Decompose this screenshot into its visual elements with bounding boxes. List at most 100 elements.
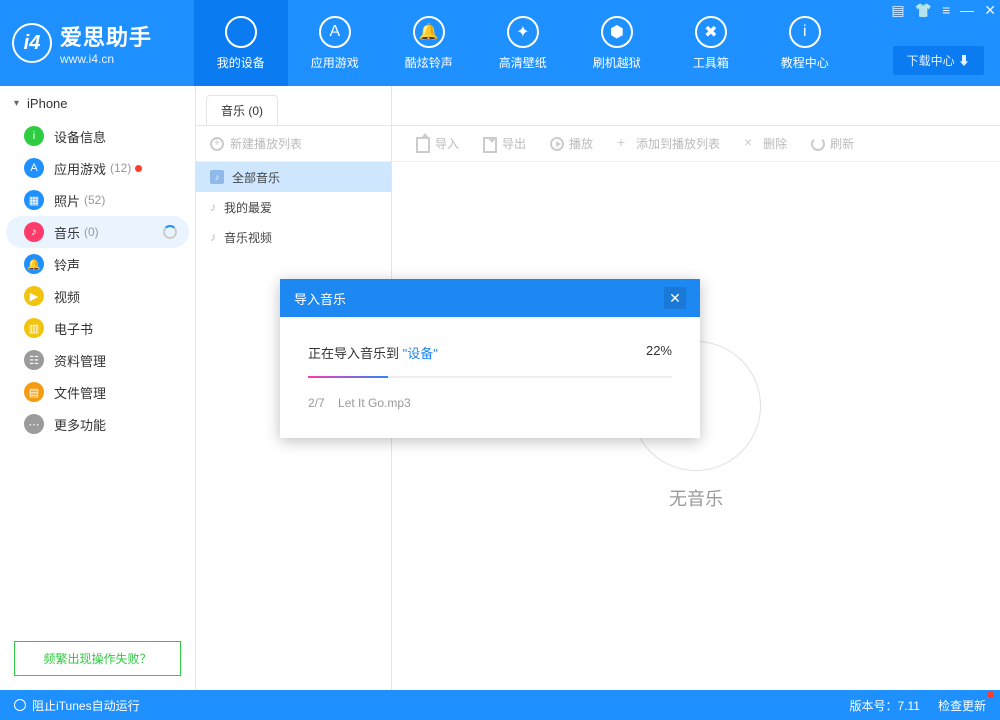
info-icon: i — [24, 126, 44, 146]
progress-bar — [308, 376, 672, 378]
toolbar-label: 删除 — [763, 135, 787, 152]
dialog-close-button[interactable]: ✕ — [664, 287, 686, 309]
sidebar-item-label: 电子书 — [54, 319, 93, 338]
sidebar-item-music[interactable]: ♪ 音乐 (0) — [6, 216, 189, 248]
nav-ringtones[interactable]: 🔔 酷炫铃声 — [382, 0, 476, 86]
dialog-body: 正在导入音乐到 "设备" 22% 2/7 Let It Go.mp3 — [280, 317, 700, 438]
top-right-area: ▤ 👕 ≡ — ✕ 下载中心 ⬇ — [852, 0, 1000, 86]
import-music-dialog: 导入音乐 ✕ 正在导入音乐到 "设备" 22% 2/7 Let It Go.mp… — [280, 279, 700, 438]
block-itunes-label: 阻止iTunes自动运行 — [32, 697, 140, 714]
sidebar-item-videos[interactable]: ▶ 视频 — [0, 280, 195, 312]
apps-icon: A — [24, 158, 44, 178]
sidebar: iPhone i 设备信息 A 应用游戏 (12) ▦ 照片 (52) ♪ 音乐… — [0, 86, 196, 690]
current-filename: Let It Go.mp3 — [338, 396, 411, 410]
brand-text: 爱思助手 www.i4.cn — [60, 20, 152, 66]
nav-tutorials[interactable]: i 教程中心 — [758, 0, 852, 86]
version-number: 7.11 — [898, 699, 920, 713]
skin-icon[interactable]: 👕 — [915, 2, 932, 19]
category-label: 全部音乐 — [232, 169, 280, 186]
sidebar-item-ringtones[interactable]: 🔔 铃声 — [0, 248, 195, 280]
count-badge: (0) — [84, 225, 99, 239]
bell-icon: 🔔 — [413, 16, 445, 48]
sidebar-item-label: 视频 — [54, 287, 80, 306]
block-itunes-toggle[interactable]: 阻止iTunes自动运行 — [14, 697, 140, 714]
category-music-videos[interactable]: ♪ 音乐视频 — [196, 222, 391, 252]
menu-icon[interactable]: ≡ — [942, 2, 950, 19]
sidebar-item-label: 照片 — [54, 191, 80, 210]
sidebar-item-apps[interactable]: A 应用游戏 (12) — [0, 152, 195, 184]
toolbar-label: 播放 — [569, 135, 593, 152]
category-label: 我的最爱 — [224, 199, 272, 216]
plus-icon — [617, 137, 631, 151]
book-icon: ▥ — [24, 318, 44, 338]
box-icon: ⬢ — [601, 16, 633, 48]
nav-toolbox[interactable]: ✖ 工具箱 — [664, 0, 758, 86]
apps-icon: A — [319, 16, 351, 48]
sidebar-item-ebooks[interactable]: ▥ 电子书 — [0, 312, 195, 344]
files-icon: ▤ — [24, 382, 44, 402]
refresh-button[interactable]: 刷新 — [811, 135, 854, 152]
export-icon — [483, 137, 497, 151]
check-update-button[interactable]: 检查更新 — [938, 697, 986, 714]
count-badge: (52) — [84, 193, 105, 207]
faq-button[interactable]: 频繁出现操作失败？ — [14, 641, 181, 676]
add-to-playlist-button[interactable]: 添加到播放列表 — [617, 135, 720, 152]
sidebar-items: i 设备信息 A 应用游戏 (12) ▦ 照片 (52) ♪ 音乐 (0) — [0, 120, 195, 627]
brand-block: i4 爱思助手 www.i4.cn — [0, 0, 194, 86]
device-selector[interactable]: iPhone — [0, 86, 195, 120]
sidebar-item-device-info[interactable]: i 设备信息 — [0, 120, 195, 152]
sidebar-item-file-manage[interactable]: ▤ 文件管理 — [0, 376, 195, 408]
nav-label: 刷机越狱 — [593, 54, 641, 71]
version-text: 版本号：7.11 — [850, 697, 920, 714]
import-target: "设备" — [403, 346, 438, 361]
sidebar-item-label: 音乐 — [54, 223, 80, 242]
video-icon: ▶ — [24, 286, 44, 306]
close-button[interactable]: ✕ — [984, 2, 996, 19]
import-button[interactable]: 导入 — [416, 135, 459, 152]
category-all-music[interactable]: ♪ 全部音乐 — [196, 162, 391, 192]
toolbar-label: 刷新 — [830, 135, 854, 152]
sparkle-icon: ✦ — [507, 16, 539, 48]
minimize-button[interactable]: — — [960, 2, 974, 19]
nav-label: 工具箱 — [693, 54, 729, 71]
play-button[interactable]: 播放 — [550, 135, 593, 152]
version-label: 版本号： — [850, 699, 898, 713]
brand-name-cn: 爱思助手 — [60, 20, 152, 52]
toolbar-label: 导出 — [502, 135, 526, 152]
download-center-button[interactable]: 下载中心 ⬇ — [893, 46, 984, 75]
brand-url: www.i4.cn — [60, 52, 152, 66]
import-status-text: 正在导入音乐到 "设备" — [308, 343, 438, 362]
sidebar-item-photos[interactable]: ▦ 照片 (52) — [0, 184, 195, 216]
nav-flash-jailbreak[interactable]: ⬢ 刷机越狱 — [570, 0, 664, 86]
feedback-icon[interactable]: ▤ — [891, 2, 904, 19]
new-playlist-label: 新建播放列表 — [230, 135, 302, 152]
content-toolbar: 导入 导出 播放 添加到播放列表 删除 刷新 — [392, 126, 1000, 162]
new-playlist-button[interactable]: 新建播放列表 — [196, 126, 391, 162]
nav-my-device[interactable]: 我的设备 — [194, 0, 288, 86]
nav-label: 教程中心 — [781, 54, 829, 71]
category-favorites[interactable]: ♪ 我的最爱 — [196, 192, 391, 222]
music-note-icon: ♪ — [210, 170, 224, 184]
circle-icon — [14, 699, 26, 711]
sidebar-item-label: 更多功能 — [54, 415, 106, 434]
plus-circle-icon — [210, 137, 224, 151]
sidebar-item-label: 应用游戏 — [54, 159, 106, 178]
nav-label: 我的设备 — [217, 54, 265, 71]
photos-icon: ▦ — [24, 190, 44, 210]
nav-label: 高清壁纸 — [499, 54, 547, 71]
export-button[interactable]: 导出 — [483, 135, 526, 152]
sidebar-footer: 频繁出现操作失败？ — [0, 627, 195, 690]
bell-icon: 🔔 — [24, 254, 44, 274]
nav-wallpapers[interactable]: ✦ 高清壁纸 — [476, 0, 570, 86]
delete-icon — [744, 137, 758, 151]
sidebar-item-data-manage[interactable]: ☷ 资料管理 — [0, 344, 195, 376]
music-note-icon: ♪ — [210, 200, 216, 214]
nav-apps-games[interactable]: A 应用游戏 — [288, 0, 382, 86]
dialog-title: 导入音乐 — [294, 289, 346, 308]
delete-button[interactable]: 删除 — [744, 135, 787, 152]
sidebar-item-label: 文件管理 — [54, 383, 106, 402]
info-icon: i — [789, 16, 821, 48]
tab-music[interactable]: 音乐 (0) — [206, 95, 278, 125]
nav-label: 应用游戏 — [311, 54, 359, 71]
sidebar-item-more[interactable]: ⋯ 更多功能 — [0, 408, 195, 440]
